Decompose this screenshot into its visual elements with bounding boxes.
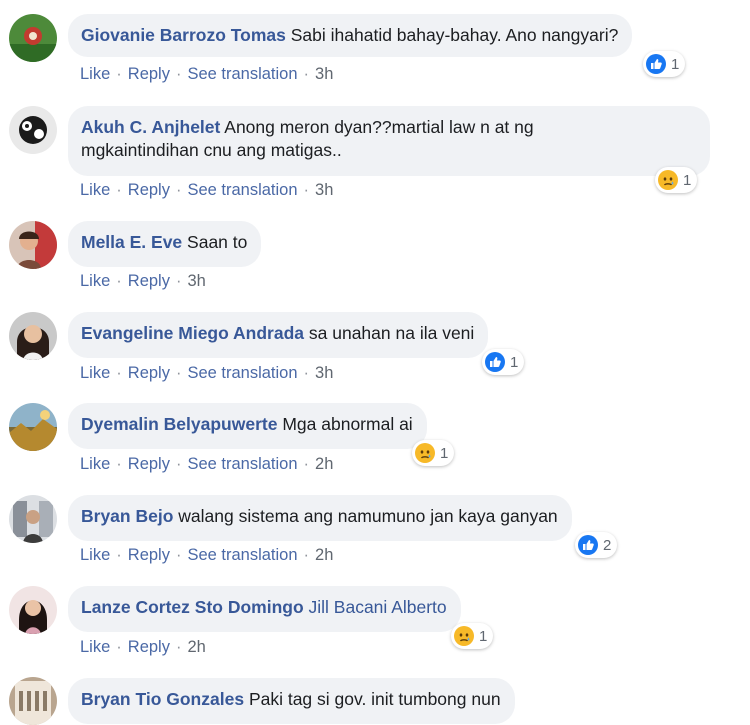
comment-actions: Like · Reply · See translation · 3h bbox=[80, 65, 334, 83]
comment-text: Saan to bbox=[187, 232, 248, 252]
reaction-count: 1 bbox=[510, 353, 519, 371]
comment-text: Anong meron dyan??martial law n at ng bbox=[224, 117, 534, 137]
avatar[interactable] bbox=[9, 14, 57, 62]
reply-link[interactable]: Reply bbox=[128, 455, 170, 473]
comment-actions: Like · Reply · See translation · 3h bbox=[80, 181, 334, 199]
comment-actions: Like · Reply · See translation · 2h bbox=[80, 455, 334, 473]
comment-bubble: Akuh C. Anjhelet Anong meron dyan??marti… bbox=[68, 106, 710, 176]
reaction-badge[interactable]: 2 bbox=[575, 532, 618, 558]
like-link[interactable]: Like bbox=[80, 546, 110, 564]
reply-link[interactable]: Reply bbox=[128, 272, 170, 290]
reaction-count: 1 bbox=[683, 171, 692, 189]
avatar[interactable] bbox=[9, 312, 57, 360]
reply-link[interactable]: Reply bbox=[128, 181, 170, 199]
see-translation-link[interactable]: See translation bbox=[187, 364, 297, 382]
sad-icon bbox=[415, 443, 435, 463]
reaction-count: 2 bbox=[603, 536, 612, 554]
comment-author[interactable]: Lanze Cortez Sto Domingo bbox=[81, 597, 304, 617]
comment-author[interactable]: Bryan Tio Gonzales bbox=[81, 689, 244, 709]
comment-author[interactable]: Akuh C. Anjhelet bbox=[81, 117, 220, 137]
reply-link[interactable]: Reply bbox=[128, 364, 170, 382]
sad-icon bbox=[658, 170, 678, 190]
reaction-count: 1 bbox=[479, 627, 488, 645]
like-link[interactable]: Like bbox=[80, 272, 110, 290]
reply-link[interactable]: Reply bbox=[128, 65, 170, 83]
like-icon bbox=[485, 352, 505, 372]
comment-time[interactable]: 3h bbox=[315, 364, 333, 382]
comment-time[interactable]: 2h bbox=[315, 455, 333, 473]
comment-bubble: Lanze Cortez Sto Domingo Jill Bacani Alb… bbox=[68, 586, 461, 632]
avatar[interactable] bbox=[9, 495, 57, 543]
reply-link[interactable]: Reply bbox=[128, 546, 170, 564]
comment-author[interactable]: Dyemalin Belyapuwerte bbox=[81, 414, 277, 434]
comment-author[interactable]: Bryan Bejo bbox=[81, 506, 173, 526]
comment-time[interactable]: 3h bbox=[187, 272, 205, 290]
comment-bubble: Evangeline Miego Andrada sa unahan na il… bbox=[68, 312, 489, 358]
avatar[interactable] bbox=[9, 677, 57, 725]
like-link[interactable]: Like bbox=[80, 364, 110, 382]
see-translation-link[interactable]: See translation bbox=[187, 65, 297, 83]
comment-actions: Like · Reply · 2h bbox=[80, 638, 206, 656]
comment-text: sa unahan na ila veni bbox=[308, 323, 475, 343]
reply-link[interactable]: Reply bbox=[128, 638, 170, 656]
comment-author[interactable]: Giovanie Barrozo Tomas bbox=[81, 25, 286, 45]
comment-time[interactable]: 2h bbox=[187, 638, 205, 656]
like-icon bbox=[646, 54, 666, 74]
like-link[interactable]: Like bbox=[80, 455, 110, 473]
comment-time[interactable]: 3h bbox=[315, 65, 333, 83]
reaction-badge[interactable]: 1 bbox=[451, 623, 494, 649]
comment-actions: Like · Reply · See translation · 2h bbox=[80, 546, 334, 564]
reaction-badge[interactable]: 1 bbox=[643, 51, 686, 77]
comment-text-line2: mgkaintindihan cnu ang matigas.. bbox=[81, 140, 342, 160]
see-translation-link[interactable]: See translation bbox=[187, 546, 297, 564]
like-link[interactable]: Like bbox=[80, 65, 110, 83]
comment-text: Sabi ihahatid bahay-bahay. Ano nangyari? bbox=[290, 25, 619, 45]
reaction-badge[interactable]: 1 bbox=[655, 167, 698, 193]
see-translation-link[interactable]: See translation bbox=[187, 181, 297, 199]
comment-time[interactable]: 3h bbox=[315, 181, 333, 199]
see-translation-link[interactable]: See translation bbox=[187, 455, 297, 473]
avatar[interactable] bbox=[9, 106, 57, 154]
like-link[interactable]: Like bbox=[80, 638, 110, 656]
comment-bubble: Mella E. Eve Saan to bbox=[68, 221, 262, 267]
comment-text[interactable]: Jill Bacani Alberto bbox=[309, 597, 447, 617]
like-icon bbox=[578, 535, 598, 555]
comment-bubble: Giovanie Barrozo Tomas Sabi ihahatid bah… bbox=[68, 14, 633, 57]
reaction-badge[interactable]: 1 bbox=[482, 349, 525, 375]
avatar[interactable] bbox=[9, 221, 57, 269]
comment-text: walang sistema ang namumuno jan kaya gan… bbox=[178, 506, 558, 526]
reaction-badge[interactable]: 1 bbox=[412, 440, 455, 466]
comment-bubble: Bryan Bejo walang sistema ang namumuno j… bbox=[68, 495, 572, 541]
sad-icon bbox=[454, 626, 474, 646]
comment-actions: Like · Reply · 3h bbox=[80, 272, 206, 290]
reaction-count: 1 bbox=[671, 55, 680, 73]
like-link[interactable]: Like bbox=[80, 181, 110, 199]
comment-author[interactable]: Mella E. Eve bbox=[81, 232, 182, 252]
comment-bubble: Dyemalin Belyapuwerte Mga abnormal ai bbox=[68, 403, 427, 449]
comment-actions: Like · Reply · See translation · 3h bbox=[80, 364, 334, 382]
comment-author[interactable]: Evangeline Miego Andrada bbox=[81, 323, 304, 343]
comment-text: Paki tag si gov. init tumbong nun bbox=[248, 689, 501, 709]
avatar[interactable] bbox=[9, 403, 57, 451]
comment-time[interactable]: 2h bbox=[315, 546, 333, 564]
comment-text: Mga abnormal ai bbox=[282, 414, 413, 434]
avatar[interactable] bbox=[9, 586, 57, 634]
reaction-count: 1 bbox=[440, 444, 449, 462]
comment-bubble: Bryan Tio Gonzales Paki tag si gov. init… bbox=[68, 678, 515, 724]
